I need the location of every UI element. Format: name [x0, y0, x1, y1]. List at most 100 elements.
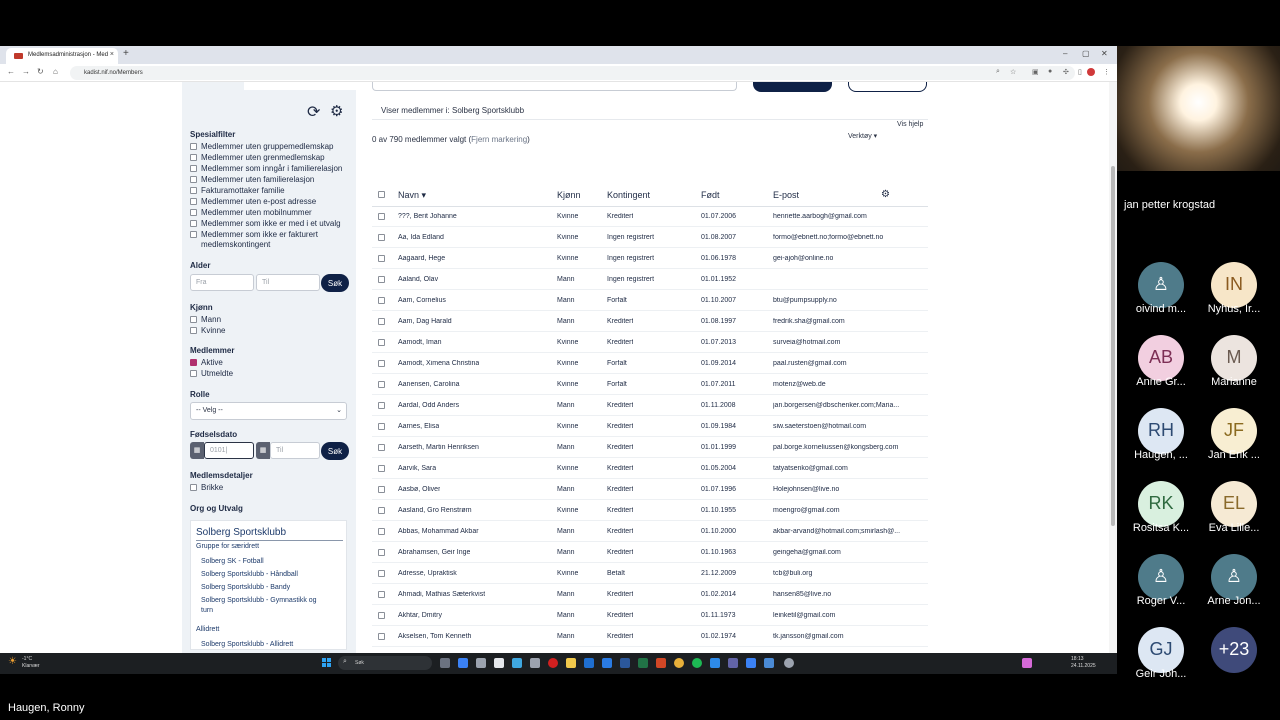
- members-checkbox-aktive[interactable]: Aktive: [190, 358, 223, 367]
- filter-checkbox[interactable]: Medlemmer som ikke er med i et utvalg: [190, 219, 341, 228]
- column-settings-gear-icon[interactable]: ⚙: [881, 189, 890, 200]
- cell-name[interactable]: Akhtar, Dmitry: [398, 612, 442, 619]
- secondary-button[interactable]: [848, 82, 927, 92]
- profile-avatar[interactable]: [1087, 68, 1095, 76]
- role-select[interactable]: -- Velg -- ⌄: [190, 402, 347, 420]
- tray-icon[interactable]: [1022, 658, 1032, 668]
- participant-avatar[interactable]: AB: [1138, 335, 1184, 381]
- browser-tab[interactable]: Medlemsadministrasjon - Med ×: [6, 48, 118, 64]
- cell-name[interactable]: Aagaard, Hege: [398, 255, 445, 262]
- new-tab-button[interactable]: +: [123, 48, 129, 59]
- cell-name[interactable]: Ahmadi, Mathias Sæterkvist: [398, 591, 485, 598]
- row-checkbox[interactable]: [378, 423, 385, 430]
- app-icon[interactable]: [746, 658, 756, 668]
- scrollbar-thumb[interactable]: [1111, 166, 1115, 526]
- row-checkbox[interactable]: [378, 360, 385, 367]
- column-header-fee[interactable]: Kontingent: [607, 190, 650, 200]
- org-tree-item[interactable]: Allidrett: [196, 625, 219, 635]
- row-checkbox[interactable]: [378, 255, 385, 262]
- org-tree-item[interactable]: Solberg SK - Fotball: [201, 557, 264, 567]
- row-checkbox[interactable]: [378, 318, 385, 325]
- filter-checkbox[interactable]: Medlemmer uten mobilnummer: [190, 208, 312, 217]
- edge-icon[interactable]: [512, 658, 522, 668]
- table-row[interactable]: Aarnes, Elisa Kvinne Kreditert 01.09.1984 si…: [372, 416, 928, 437]
- row-checkbox[interactable]: [378, 570, 385, 577]
- cell-email[interactable]: btu@pumpsupply.no: [773, 297, 837, 304]
- row-checkbox[interactable]: [378, 234, 385, 241]
- cell-email[interactable]: motenz@web.de: [773, 381, 826, 388]
- filter-checkbox[interactable]: Medlemmer som inngår i familierelasjon: [190, 164, 342, 173]
- table-row[interactable]: Aam, Dag Harald Mann Kreditert 01.08.1997 fr…: [372, 311, 928, 332]
- cell-name[interactable]: Akselsen, Tom Kenneth: [398, 633, 471, 640]
- checkbox[interactable]: [190, 370, 197, 377]
- cell-name[interactable]: Aamodt, Iman: [398, 339, 442, 346]
- gear-icon[interactable]: ⚙: [330, 102, 343, 120]
- table-row[interactable]: Abbas, Mohammad Akbar Mann Kreditert 01.10.…: [372, 521, 928, 542]
- filter-checkbox[interactable]: Medlemmer uten grenmedlemskap: [190, 153, 325, 162]
- birthdate-to-input[interactable]: Til: [270, 442, 320, 459]
- gender-checkbox-mann[interactable]: Mann: [190, 315, 221, 324]
- word-icon[interactable]: [620, 658, 630, 668]
- reload-icon[interactable]: ↻: [37, 67, 44, 76]
- cell-email[interactable]: jan.borgersen@dbschenker.com;Maria...: [773, 402, 899, 409]
- table-row[interactable]: Aardal, Odd Anders Mann Kreditert 01.11.200…: [372, 395, 928, 416]
- select-all-checkbox[interactable]: [378, 191, 385, 198]
- refresh-icon[interactable]: ⟳: [307, 102, 320, 122]
- url-field[interactable]: kadist.nif.no/Members: [70, 66, 1075, 80]
- cell-email[interactable]: leinketil@gmail.com: [773, 612, 835, 619]
- table-row[interactable]: Adresse, Upraktisk Kvinne Betalt 21.12.2009…: [372, 563, 928, 584]
- row-checkbox[interactable]: [378, 465, 385, 472]
- row-checkbox[interactable]: [378, 612, 385, 619]
- participant-avatar[interactable]: M: [1211, 335, 1257, 381]
- cell-name[interactable]: Aarnes, Elisa: [398, 423, 439, 430]
- checkbox[interactable]: [190, 231, 197, 238]
- app-icon[interactable]: [530, 658, 540, 668]
- column-header-name[interactable]: Navn ▾: [398, 190, 426, 201]
- cell-name[interactable]: Adresse, Upraktisk: [398, 570, 457, 577]
- checkbox[interactable]: [190, 209, 197, 216]
- org-tree-item[interactable]: Solberg Sportsklubb - Gymnastikk og: [201, 596, 317, 606]
- checkbox[interactable]: [190, 327, 197, 334]
- help-link[interactable]: Vis hjelp: [897, 121, 923, 128]
- puzzle-icon[interactable]: ✣: [1063, 68, 1069, 76]
- settings-icon[interactable]: [784, 658, 794, 668]
- app-icon[interactable]: [494, 658, 504, 668]
- column-header-email[interactable]: E-post: [773, 190, 799, 200]
- checkbox[interactable]: [190, 187, 197, 194]
- cell-name[interactable]: Aardal, Odd Anders: [398, 402, 459, 409]
- row-checkbox[interactable]: [378, 276, 385, 283]
- cell-name[interactable]: ???, Berit Johanne: [398, 213, 457, 220]
- row-checkbox[interactable]: [378, 633, 385, 640]
- age-search-button[interactable]: Søk: [321, 274, 349, 292]
- cell-name[interactable]: Aanensen, Carolina: [398, 381, 460, 388]
- checkbox[interactable]: [190, 198, 197, 205]
- zoom-icon[interactable]: ⌕: [996, 68, 1000, 76]
- cell-email[interactable]: paal.rusten@gmail.com: [773, 360, 847, 367]
- cell-email[interactable]: moengro@gmail.com: [773, 507, 840, 514]
- close-window-icon[interactable]: ✕: [1101, 49, 1108, 58]
- row-checkbox[interactable]: [378, 339, 385, 346]
- cell-name[interactable]: Aasbø, Oliver: [398, 486, 440, 493]
- cell-email[interactable]: geingeha@gmail.com: [773, 549, 841, 556]
- cell-email[interactable]: fredrik.sha@gmail.com: [773, 318, 845, 325]
- chrome-icon[interactable]: [674, 658, 684, 668]
- table-row[interactable]: Aarvik, Sara Kvinne Kreditert 01.05.2004 tat…: [372, 458, 928, 479]
- teams-icon[interactable]: [728, 658, 738, 668]
- home-icon[interactable]: ⌂: [53, 67, 58, 76]
- row-checkbox[interactable]: [378, 297, 385, 304]
- cell-name[interactable]: Aam, Dag Harald: [398, 318, 452, 325]
- cell-email[interactable]: gei-ajoh@online.no: [773, 255, 833, 262]
- cell-name[interactable]: Aasland, Gro Renstrøm: [398, 507, 472, 514]
- back-icon[interactable]: ←: [7, 67, 15, 76]
- taskbar-search[interactable]: ⌕ Søk: [338, 656, 432, 670]
- cell-email[interactable]: henriette.aarbogh@gmail.com: [773, 213, 867, 220]
- app-icon[interactable]: [458, 658, 468, 668]
- row-checkbox[interactable]: [378, 591, 385, 598]
- table-row[interactable]: Aamodt, Iman Kvinne Kreditert 01.07.2013 sur…: [372, 332, 928, 353]
- calendar-icon[interactable]: ▦: [190, 442, 204, 459]
- cell-email[interactable]: formo@ebnett.no;formo@ebnett.no: [773, 234, 883, 241]
- cell-email[interactable]: tatyatsenko@gmail.com: [773, 465, 848, 472]
- org-tree-item[interactable]: Solberg Sportsklubb - Allidrett: [201, 640, 293, 650]
- checkbox[interactable]: [190, 484, 197, 491]
- clear-selection-link[interactable]: Fjern markering: [471, 135, 527, 144]
